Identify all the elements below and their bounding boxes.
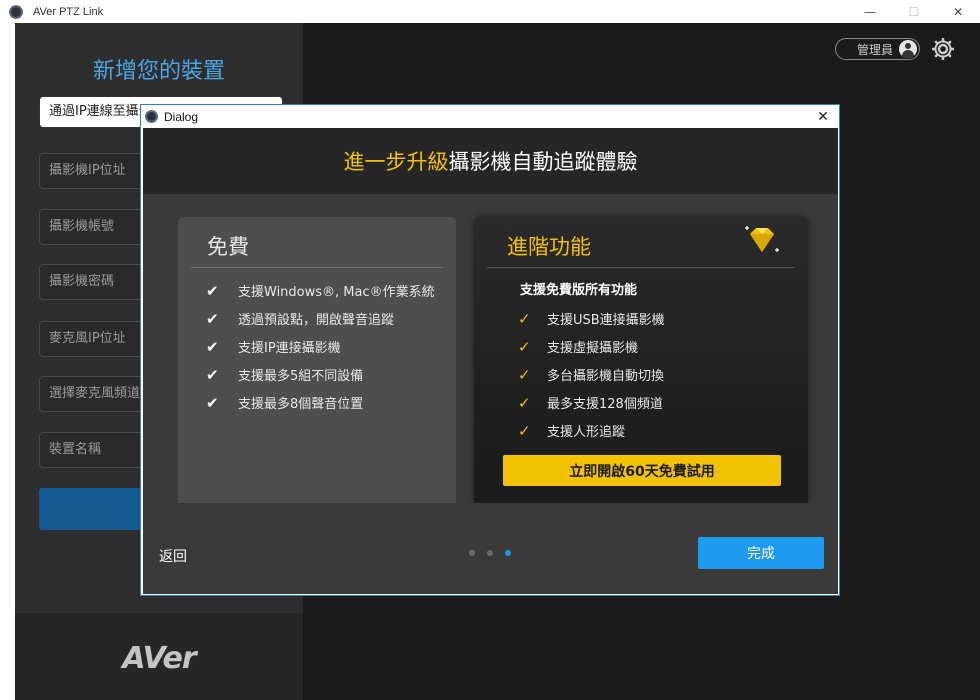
check-icon: ✔ <box>206 281 219 300</box>
dialog-heading-accent: 進一步升級 <box>343 150 449 174</box>
page-dot[interactable] <box>469 550 475 556</box>
dialog-close-button[interactable]: ✕ <box>811 105 835 128</box>
free-feature-item: ✔ 支援Windows®, Mac®作業系統 <box>206 281 435 301</box>
pro-feature-item: ✓ 多台攝影機自動切換 <box>518 365 665 385</box>
window-controls: — ☐ ✕ <box>848 0 980 23</box>
window-close-button[interactable]: ✕ <box>936 0 980 23</box>
feature-label: 支援人形追蹤 <box>547 425 626 440</box>
app-logo-icon <box>9 4 23 19</box>
feature-label: 透過預設點，開啟聲音追蹤 <box>238 313 395 328</box>
pro-feature-item: ✓ 最多支援128個頻道 <box>518 393 663 413</box>
feature-label: 支援Windows®, Mac®作業系統 <box>238 285 435 300</box>
admin-account-button[interactable]: 管理員 <box>835 38 920 60</box>
pro-plan-title: 進階功能 <box>507 235 591 259</box>
aver-logo: AVer <box>122 641 196 676</box>
pro-feature-item: ✓ 支援人形追蹤 <box>518 421 626 441</box>
pro-plan-card: 進階功能 支援免費版所有功能 ✓ 支援USB連接攝影機 ✓ 支援虛擬攝影機 ✓ 多台攝… <box>474 217 808 503</box>
start-free-trial-button[interactable]: 立即開啟60天免費試用 <box>503 455 781 486</box>
admin-label: 管理員 <box>856 42 893 57</box>
upgrade-dialog: Dialog ✕ 進一步升級 攝影機自動追蹤體驗 免費 ✔ 支援Windows®, … <box>140 104 840 596</box>
maximize-button[interactable]: ☐ <box>892 0 936 23</box>
feature-label: 支援IP連接攝影機 <box>238 341 341 356</box>
feature-label: 支援虛擬攝影機 <box>547 341 639 356</box>
pro-feature-item: ✓ 支援虛擬攝影機 <box>518 337 639 357</box>
free-plan-title: 免費 <box>207 235 249 259</box>
dialog-app-icon <box>145 110 158 123</box>
free-plan-card: 免費 ✔ 支援Windows®, Mac®作業系統 ✔ 透過預設點，開啟聲音追蹤 ✔… <box>178 217 456 503</box>
check-icon: ✓ <box>518 365 531 384</box>
dialog-heading: 進一步升級 攝影機自動追蹤體驗 <box>143 128 838 194</box>
feature-label: 多台攝影機自動切換 <box>547 369 665 384</box>
check-icon: ✓ <box>518 309 531 328</box>
user-circle-icon <box>899 40 917 58</box>
dialog-titlebar: Dialog ✕ <box>141 105 839 128</box>
free-feature-item: ✔ 支援IP連接攝影機 <box>206 337 341 357</box>
diamond-icon <box>745 226 779 252</box>
done-button[interactable]: 完成 <box>698 537 824 569</box>
check-icon: ✔ <box>206 393 219 412</box>
dialog-body: 進一步升級 攝影機自動追蹤體驗 免費 ✔ 支援Windows®, Mac®作業系統 … <box>143 128 838 594</box>
free-feature-item: ✔ 支援最多8個聲音位置 <box>206 393 364 413</box>
pagination-dots <box>469 550 511 556</box>
gear-icon[interactable] <box>930 36 956 62</box>
check-icon: ✔ <box>206 365 219 384</box>
check-icon: ✔ <box>206 309 219 328</box>
dialog-heading-rest: 攝影機自動追蹤體驗 <box>448 150 638 174</box>
window-title: AVer PTZ Link <box>33 5 104 18</box>
page-dot[interactable] <box>487 550 493 556</box>
check-icon: ✔ <box>206 337 219 356</box>
page-dot-active[interactable] <box>505 550 511 556</box>
pro-subtitle: 支援免費版所有功能 <box>520 283 638 298</box>
check-icon: ✓ <box>518 421 531 440</box>
minimize-button[interactable]: — <box>848 0 892 23</box>
divider <box>191 267 443 268</box>
dialog-footer: 返回 完成 <box>143 503 838 594</box>
dialog-title: Dialog <box>164 109 199 124</box>
free-feature-item: ✔ 支援最多5組不同設備 <box>206 365 364 385</box>
feature-label: 支援最多8個聲音位置 <box>238 397 364 412</box>
check-icon: ✓ <box>518 337 531 356</box>
free-feature-item: ✔ 透過預設點，開啟聲音追蹤 <box>206 309 395 329</box>
sidebar-title: 新增您的裝置 <box>92 59 225 84</box>
feature-label: 支援最多5組不同設備 <box>238 369 364 384</box>
feature-label: 支援USB連接攝影機 <box>547 313 665 328</box>
window-titlebar: AVer PTZ Link — ☐ ✕ <box>0 0 980 23</box>
back-button[interactable]: 返回 <box>159 546 187 566</box>
pro-feature-item: ✓ 支援USB連接攝影機 <box>518 309 665 329</box>
divider <box>487 267 794 268</box>
check-icon: ✓ <box>518 393 531 412</box>
feature-label: 最多支援128個頻道 <box>547 397 663 412</box>
